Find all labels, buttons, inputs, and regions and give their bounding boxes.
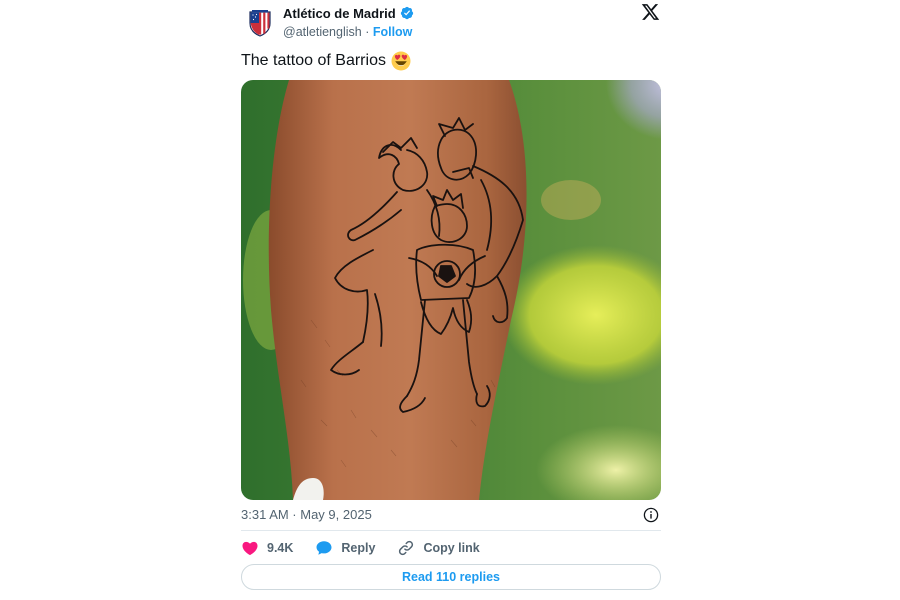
follow-button[interactable]: Follow — [373, 25, 413, 39]
embedded-tweet-page: Atlético de Madrid @atletienglish · Foll… — [0, 0, 900, 600]
author-handle-row: @atletienglish · Follow — [283, 23, 414, 41]
handle-separator: · — [361, 25, 373, 39]
tweet-text: The tattoo of Barrios — [241, 50, 411, 72]
author-identity: Atlético de Madrid @atletienglish · Foll… — [283, 4, 414, 41]
heart-icon — [242, 541, 258, 556]
tweet-card: Atlético de Madrid @atletienglish · Foll… — [241, 0, 661, 590]
like-button[interactable]: 9.4K — [241, 539, 293, 557]
tweet-divider — [241, 530, 661, 531]
author-display-name[interactable]: Atlético de Madrid — [283, 6, 396, 21]
x-logo-icon[interactable] — [641, 3, 660, 21]
copy-link-button[interactable]: Copy link — [397, 539, 480, 557]
timestamp-row: 3:31 AM · May 9, 2025 — [241, 505, 661, 525]
reply-label: Reply — [341, 541, 376, 555]
info-icon[interactable] — [643, 507, 659, 523]
read-replies-button[interactable]: Read 110 replies — [241, 564, 661, 590]
heart-eyes-emoji-icon — [391, 51, 411, 71]
copy-link-label: Copy link — [423, 541, 480, 555]
tattoo-photo — [241, 80, 661, 500]
speech-bubble-icon — [316, 541, 332, 555]
author-name-row: Atlético de Madrid — [283, 4, 414, 22]
reply-button[interactable]: Reply — [315, 539, 375, 557]
tweet-text-content: The tattoo of Barrios — [241, 52, 386, 69]
tweet-media-photo[interactable] — [241, 80, 661, 500]
atletico-crest-icon[interactable] — [249, 9, 271, 37]
tweet-actions: 9.4K Reply Copy link — [241, 538, 502, 558]
author-handle[interactable]: @atletienglish — [283, 25, 362, 39]
verified-badge-icon — [400, 6, 413, 20]
tweet-header: Atlético de Madrid @atletienglish · Foll… — [241, 0, 661, 42]
link-icon — [399, 540, 414, 556]
like-count: 9.4K — [267, 541, 294, 555]
tweet-timestamp[interactable]: 3:31 AM · May 9, 2025 — [241, 507, 372, 522]
